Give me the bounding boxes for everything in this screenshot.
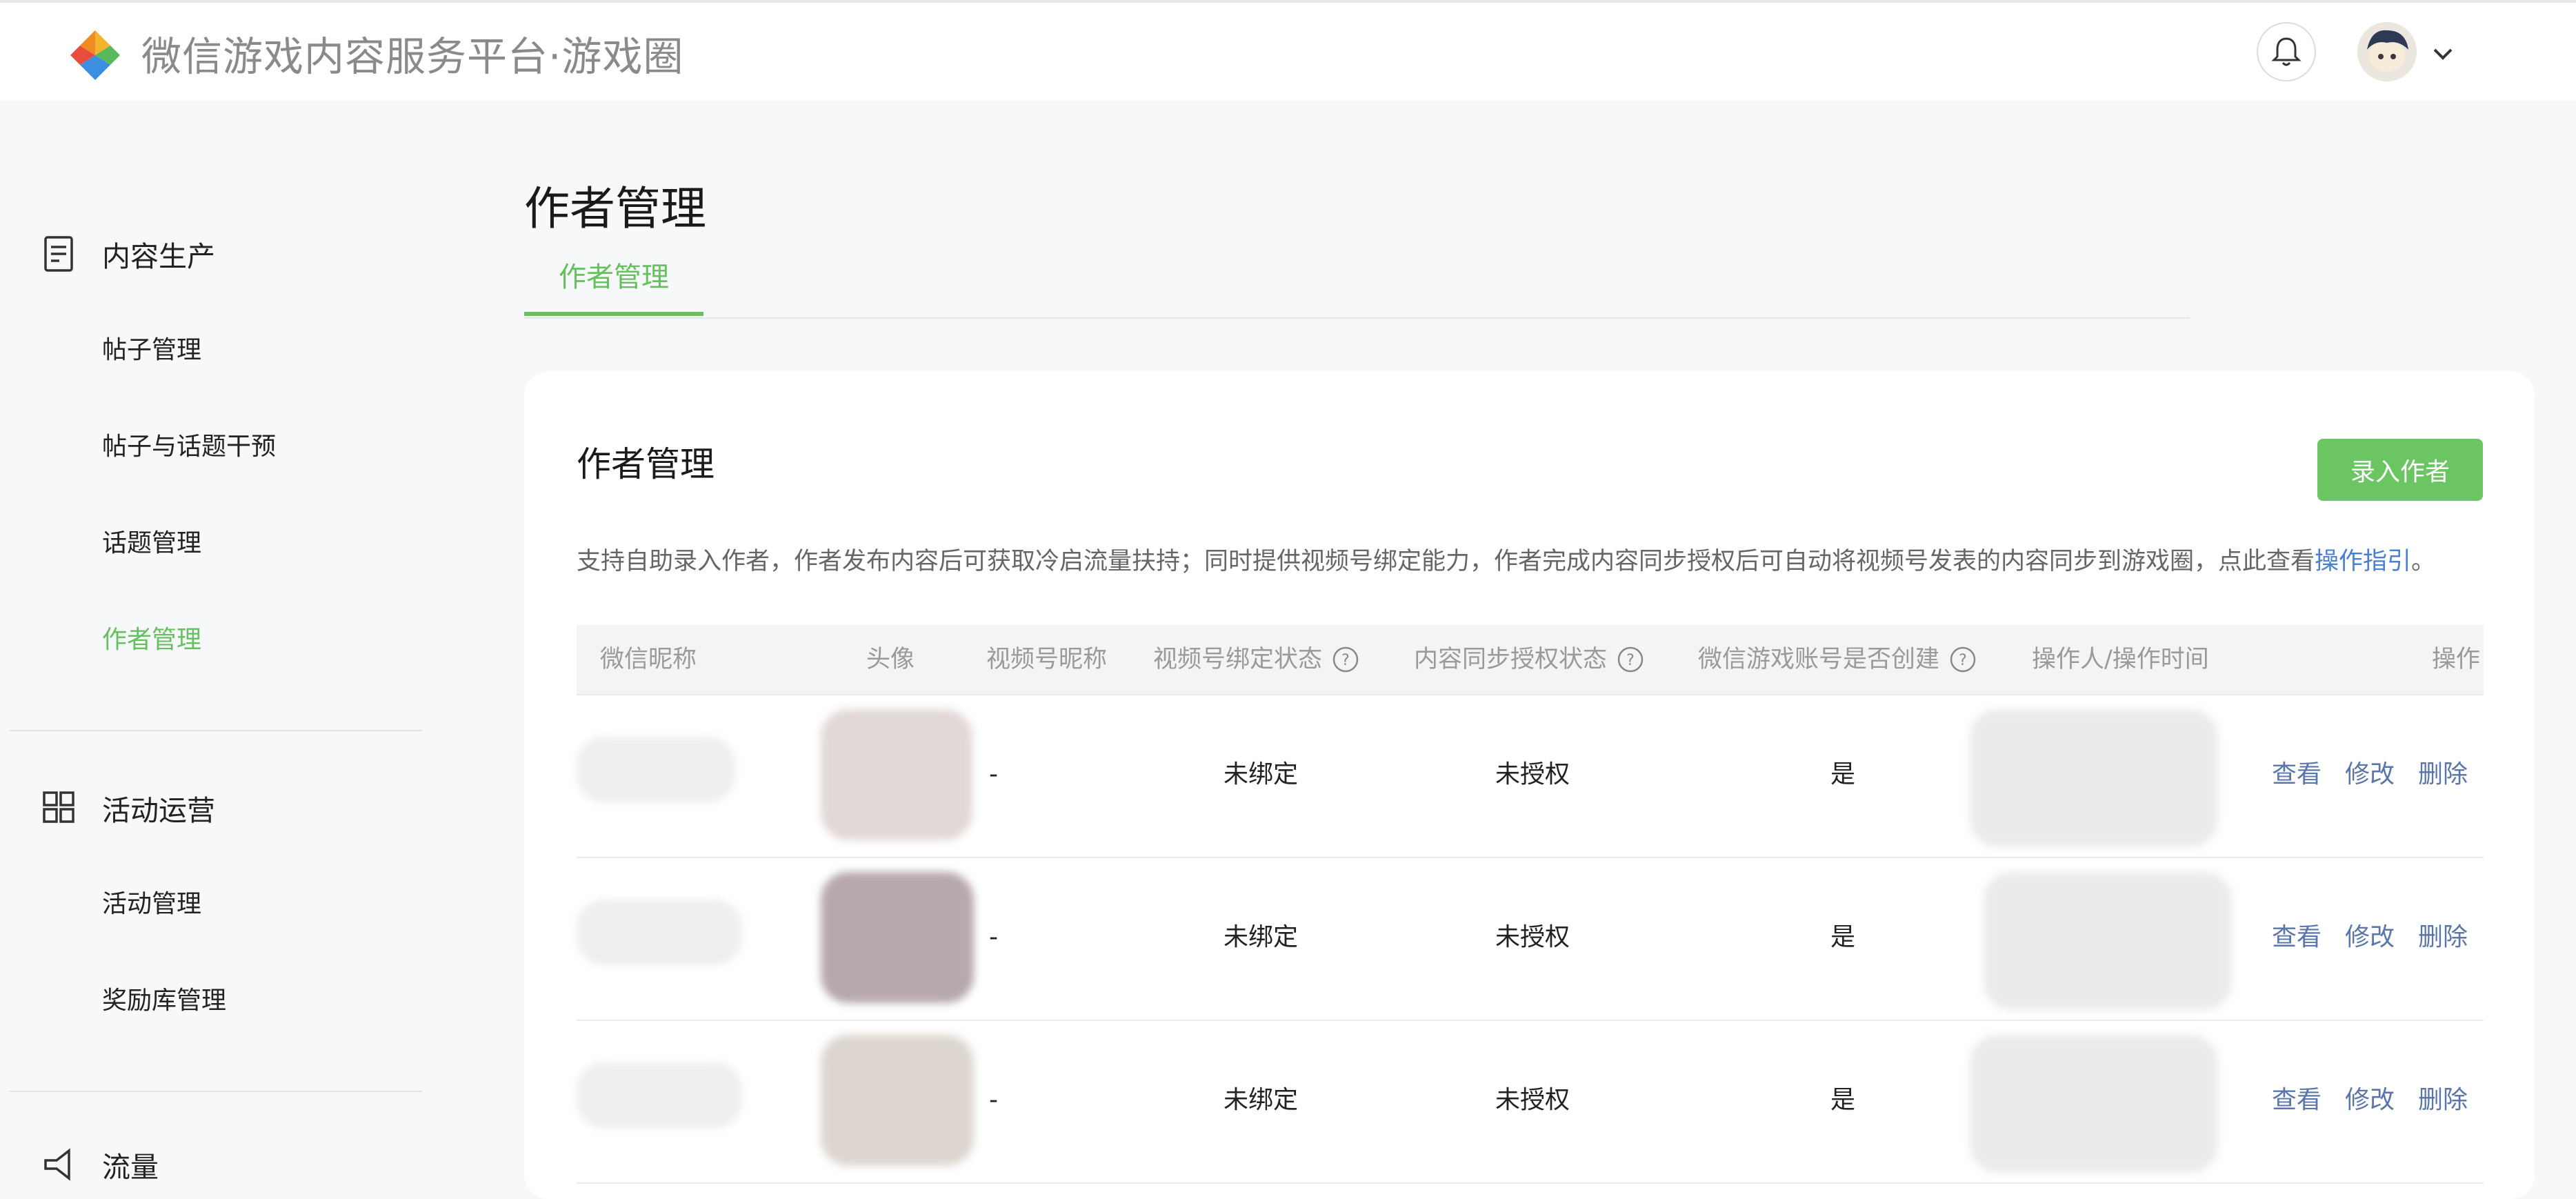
sidebar-item-post-topic-intervention[interactable]: 帖子与话题干预 bbox=[102, 430, 276, 464]
avatar-redacted bbox=[821, 709, 972, 840]
nickname-redacted bbox=[577, 900, 742, 965]
bind-status: 未绑定 bbox=[1224, 923, 1299, 951]
operator-redacted bbox=[1984, 872, 2232, 1010]
sidebar-group-traffic[interactable]: 流量 bbox=[41, 1144, 159, 1185]
page-title: 作者管理 bbox=[524, 182, 706, 235]
add-author-button[interactable]: 录入作者 bbox=[2317, 439, 2483, 501]
column-actions: 操作 bbox=[2432, 646, 2481, 673]
notification-button[interactable] bbox=[2257, 22, 2316, 81]
svg-text:?: ? bbox=[1341, 652, 1350, 669]
delete-button[interactable]: 删除 bbox=[2418, 1083, 2468, 1118]
guide-link[interactable]: 操作指引 bbox=[2315, 548, 2411, 575]
help-icon[interactable]: ? bbox=[1617, 646, 1644, 673]
app-logo-icon[interactable] bbox=[69, 29, 121, 81]
tabs-divider bbox=[524, 317, 2190, 319]
column-avatar: 头像 bbox=[866, 646, 915, 673]
sidebar-item-topics[interactable]: 话题管理 bbox=[102, 526, 201, 561]
video-nickname: - bbox=[989, 760, 998, 789]
sidebar-group-label: 活动运营 bbox=[102, 794, 215, 827]
megaphone-icon bbox=[44, 1148, 70, 1181]
operator-redacted bbox=[1970, 709, 2218, 847]
sidebar-divider bbox=[10, 1091, 422, 1092]
bell-icon bbox=[2271, 37, 2302, 66]
top-bar: 微信游戏内容服务平台·游戏圈 bbox=[0, 0, 2576, 101]
table-row: - 未绑定 未授权 是 查看 修改 删除 bbox=[577, 858, 2484, 1021]
app-title: 微信游戏内容服务平台·游戏圈 bbox=[141, 33, 684, 80]
sidebar-item-authors[interactable]: 作者管理 bbox=[102, 623, 201, 657]
user-avatar[interactable] bbox=[2357, 22, 2417, 81]
operator-redacted bbox=[1970, 1035, 2218, 1173]
help-icon[interactable]: ? bbox=[1949, 646, 1977, 673]
document-icon bbox=[44, 236, 73, 272]
column-auth-status: 内容同步授权状态 ? bbox=[1414, 625, 1644, 694]
view-button[interactable]: 查看 bbox=[2272, 920, 2322, 955]
chevron-down-icon[interactable] bbox=[2428, 39, 2458, 69]
view-button[interactable]: 查看 bbox=[2272, 1083, 2322, 1118]
video-nickname: - bbox=[989, 923, 998, 951]
card-title: 作者管理 bbox=[577, 444, 715, 484]
account-created: 是 bbox=[1830, 760, 1856, 789]
column-video-nickname: 视频号昵称 bbox=[986, 646, 1108, 673]
sidebar-divider bbox=[10, 730, 422, 731]
bind-status: 未绑定 bbox=[1224, 760, 1299, 789]
delete-button[interactable]: 删除 bbox=[2418, 757, 2468, 792]
edit-button[interactable]: 修改 bbox=[2345, 757, 2395, 792]
video-nickname: - bbox=[989, 1086, 998, 1114]
card-description: 支持自助录入作者，作者发布内容后可获取冷启流量扶持；同时提供视频号绑定能力，作者… bbox=[577, 548, 2436, 575]
table-header: 微信昵称 头像 视频号昵称 视频号绑定状态 ? 内容同步授权状态 ? 微信游戏账… bbox=[577, 625, 2484, 695]
sidebar-item-rewards[interactable]: 奖励库管理 bbox=[102, 984, 226, 1018]
bind-status: 未绑定 bbox=[1224, 1086, 1299, 1114]
sidebar: 内容生产 帖子管理 帖子与话题干预 话题管理 作者管理 活动运营 活动管理 奖励… bbox=[0, 101, 428, 1184]
tab-author-management[interactable]: 作者管理 bbox=[524, 257, 703, 316]
help-icon[interactable]: ? bbox=[1332, 646, 1359, 673]
column-account-created: 微信游戏账号是否创建 ? bbox=[1698, 625, 1977, 694]
edit-button[interactable]: 修改 bbox=[2345, 920, 2395, 955]
sidebar-group-content[interactable]: 内容生产 bbox=[41, 233, 215, 275]
sidebar-item-posts[interactable]: 帖子管理 bbox=[102, 333, 201, 368]
auth-status: 未授权 bbox=[1495, 760, 1570, 789]
auth-status: 未授权 bbox=[1495, 923, 1570, 951]
view-button[interactable]: 查看 bbox=[2272, 757, 2322, 792]
account-created: 是 bbox=[1830, 923, 1856, 951]
svg-text:?: ? bbox=[1626, 652, 1635, 669]
grid-icon bbox=[43, 791, 74, 823]
delete-button[interactable]: 删除 bbox=[2418, 920, 2468, 955]
sidebar-group-label: 流量 bbox=[102, 1151, 159, 1184]
edit-button[interactable]: 修改 bbox=[2345, 1083, 2395, 1118]
column-bind-status: 视频号绑定状态 ? bbox=[1153, 625, 1359, 694]
sidebar-group-activity[interactable]: 活动运营 bbox=[41, 787, 215, 829]
table-row: - 未绑定 未授权 是 查看 修改 删除 bbox=[577, 695, 2484, 858]
nickname-redacted bbox=[577, 1062, 742, 1128]
avatar-redacted bbox=[821, 872, 974, 1003]
avatar-redacted bbox=[821, 1035, 974, 1166]
sidebar-group-label: 内容生产 bbox=[102, 240, 215, 273]
column-operator-time: 操作人/操作时间 bbox=[2032, 646, 2209, 673]
nickname-redacted bbox=[577, 737, 735, 802]
author-management-card: 作者管理 录入作者 支持自助录入作者，作者发布内容后可获取冷启流量扶持；同时提供… bbox=[524, 371, 2535, 1199]
auth-status: 未授权 bbox=[1495, 1086, 1570, 1114]
table-row: - 未绑定 未授权 是 查看 修改 删除 bbox=[577, 1021, 2484, 1184]
column-wechat-nickname: 微信昵称 bbox=[600, 646, 697, 673]
account-created: 是 bbox=[1830, 1086, 1856, 1114]
svg-text:?: ? bbox=[1959, 652, 1967, 669]
sidebar-item-activities[interactable]: 活动管理 bbox=[102, 887, 201, 922]
